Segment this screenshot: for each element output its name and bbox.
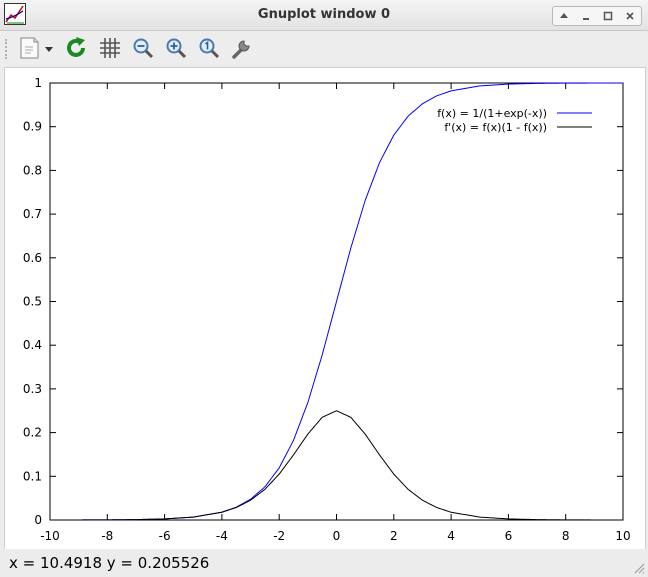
autoscale-button[interactable] bbox=[196, 35, 222, 61]
toolbar-grip[interactable] bbox=[5, 39, 11, 59]
x-tick-label: -4 bbox=[216, 529, 228, 543]
y-tick-label: 0.3 bbox=[23, 382, 42, 396]
grid-button[interactable] bbox=[97, 35, 123, 61]
toolbar bbox=[0, 31, 648, 66]
zoom-1-icon bbox=[199, 38, 220, 59]
chevron-down-icon bbox=[45, 47, 53, 52]
y-tick-label: 0.5 bbox=[23, 295, 42, 309]
y-tick-label: 0.8 bbox=[23, 163, 42, 177]
maximize-button[interactable] bbox=[597, 7, 619, 25]
zoom-in-icon bbox=[166, 38, 187, 59]
page-icon bbox=[20, 37, 53, 59]
status-bar: x = 10.4918 y = 0.205526 bbox=[0, 549, 648, 577]
x-tick-label: 2 bbox=[390, 529, 398, 543]
maximize-icon bbox=[603, 11, 613, 21]
zoom-out-icon bbox=[133, 38, 154, 59]
shade-button[interactable] bbox=[553, 7, 575, 25]
x-tick-label: -2 bbox=[273, 529, 285, 543]
zoom-previous-button[interactable] bbox=[130, 35, 156, 61]
series-line-2 bbox=[50, 410, 623, 521]
x-tick-label: -8 bbox=[101, 529, 113, 543]
y-tick-label: 0.6 bbox=[23, 251, 42, 265]
wrench-icon bbox=[232, 40, 250, 59]
y-tick-label: 0.4 bbox=[23, 338, 42, 352]
series-line-1 bbox=[50, 82, 623, 521]
x-tick-label: 10 bbox=[615, 529, 630, 543]
y-tick-label: 0.9 bbox=[23, 120, 42, 134]
y-tick-label: 0 bbox=[34, 513, 42, 527]
chart-svg: -10 -8 -6 -4 -2 0 2 4 6 8 10 0 0.1 0.2 0.3 0.4 0.5 0.6 0.7… bbox=[23, 76, 631, 543]
x-tick-label: 8 bbox=[562, 529, 570, 543]
legend-label-2: f'(x) = f(x)(1 - f(x)) bbox=[444, 121, 547, 134]
window-controls bbox=[552, 6, 642, 26]
grid-icon bbox=[100, 38, 120, 58]
mouse-coordinates-readout: x = 10.4918 y = 0.205526 bbox=[9, 554, 210, 572]
x-tick-label: -10 bbox=[40, 529, 60, 543]
refresh-icon bbox=[67, 37, 85, 57]
y-tick-label: 1 bbox=[34, 76, 42, 90]
x-tick-label: -6 bbox=[159, 529, 171, 543]
up-arrow-icon bbox=[560, 13, 568, 18]
copy-export-button[interactable] bbox=[16, 35, 56, 61]
close-button[interactable] bbox=[619, 7, 641, 25]
resize-grip-icon[interactable] bbox=[633, 562, 645, 574]
legend-label-1: f(x) = 1/(1+exp(-x)) bbox=[437, 107, 547, 120]
plot-canvas[interactable]: -10 -8 -6 -4 -2 0 2 4 6 8 10 0 0.1 0.2 0.3 0.4 0.5 0.6 0.7… bbox=[4, 67, 646, 551]
window-title: Gnuplot window 0 bbox=[257, 7, 391, 22]
zoom-next-button[interactable] bbox=[163, 35, 189, 61]
minimize-button[interactable] bbox=[575, 7, 597, 25]
y-tick-label: 0.2 bbox=[23, 426, 42, 440]
x-tick-label: 0 bbox=[333, 529, 341, 543]
gnuplot-window: Gnuplot window 0 -10 -8 -6 -4 -2 0 2 4 6… bbox=[0, 0, 648, 577]
minimize-icon bbox=[583, 18, 589, 20]
configure-button[interactable] bbox=[229, 35, 255, 61]
replot-button[interactable] bbox=[63, 35, 89, 61]
x-tick-label: 4 bbox=[447, 529, 455, 543]
y-tick-label: 0.7 bbox=[23, 207, 42, 221]
y-tick-label: 0.1 bbox=[23, 469, 42, 483]
title-bar[interactable]: Gnuplot window 0 bbox=[0, 0, 648, 31]
x-tick-label: 6 bbox=[505, 529, 513, 543]
close-icon bbox=[626, 12, 634, 20]
